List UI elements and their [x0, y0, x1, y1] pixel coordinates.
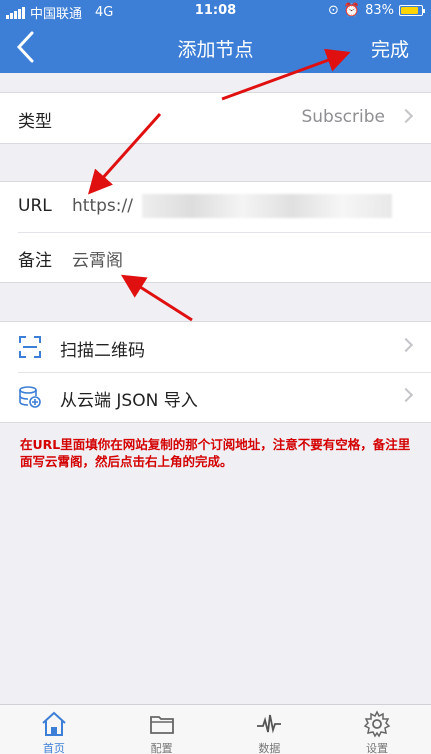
tab-settings-label: 设置 — [366, 742, 389, 754]
home-icon — [42, 711, 66, 736]
database-icon — [19, 386, 41, 408]
type-value: Subscribe — [301, 107, 385, 127]
tab-bar: 首页 配置 数据 设置 — [0, 704, 431, 754]
tab-data-label: 数据 — [258, 742, 281, 754]
done-button[interactable]: 完成 — [371, 35, 409, 62]
page-title: 添加节点 — [177, 39, 254, 61]
chevron-right-icon — [398, 387, 414, 403]
tab-settings[interactable]: 设置 — [323, 705, 431, 754]
instruction-text: 在URL里面填你在网站复制的那个订阅地址，注意不要有空格，备注里面写云霄阁，然后… — [20, 437, 411, 469]
scan-qr-row[interactable]: 扫描二维码 — [0, 322, 431, 372]
type-row[interactable]: 类型 Subscribe — [0, 93, 431, 143]
chevron-right-icon — [398, 337, 414, 353]
scan-qr-label: 扫描二维码 — [60, 341, 145, 361]
navigation-bar: 添加节点 完成 — [0, 22, 431, 73]
note-row: 备注 云霄阁 — [0, 232, 431, 282]
arrow-to-note — [120, 274, 193, 322]
scan-icon — [19, 336, 41, 358]
actions-group: 扫描二维码 从云端 JSON 导入 — [0, 321, 431, 423]
url-input[interactable]: https:// — [72, 196, 133, 216]
top-bar: 中国联通 4G 11:08 ⊙ ⏰ 83% 添加节点 完成 — [0, 0, 431, 73]
note-input[interactable]: 云霄阁 — [72, 246, 123, 271]
gear-icon — [363, 710, 391, 738]
battery-icon — [399, 5, 425, 16]
tab-config[interactable]: 配置 — [108, 705, 216, 754]
type-group: 类型 Subscribe — [0, 92, 431, 144]
status-bar: 中国联通 4G 11:08 ⊙ ⏰ 83% — [0, 0, 431, 22]
url-label: URL — [18, 196, 52, 216]
alarm-icon: ⏰ — [343, 3, 361, 18]
tab-home[interactable]: 首页 — [0, 705, 108, 754]
cloud-json-import-label: 从云端 JSON 导入 — [60, 391, 198, 411]
pulse-icon — [257, 714, 282, 734]
tab-data[interactable]: 数据 — [216, 705, 324, 754]
rotation-lock-icon: ⊙ — [328, 3, 339, 18]
folder-icon — [149, 716, 174, 734]
type-label: 类型 — [18, 112, 52, 132]
url-row: URL https:// — [0, 182, 431, 232]
note-label: 备注 — [18, 251, 52, 271]
redacted-url-blur — [142, 194, 392, 218]
cloud-json-import-row[interactable]: 从云端 JSON 导入 — [0, 372, 431, 422]
battery-percent: 83% — [365, 3, 394, 18]
tab-home-label: 首页 — [42, 742, 65, 754]
tab-config-label: 配置 — [150, 742, 173, 754]
node-form-group: URL https:// 备注 云霄阁 — [0, 181, 431, 283]
chevron-right-icon — [398, 108, 414, 124]
